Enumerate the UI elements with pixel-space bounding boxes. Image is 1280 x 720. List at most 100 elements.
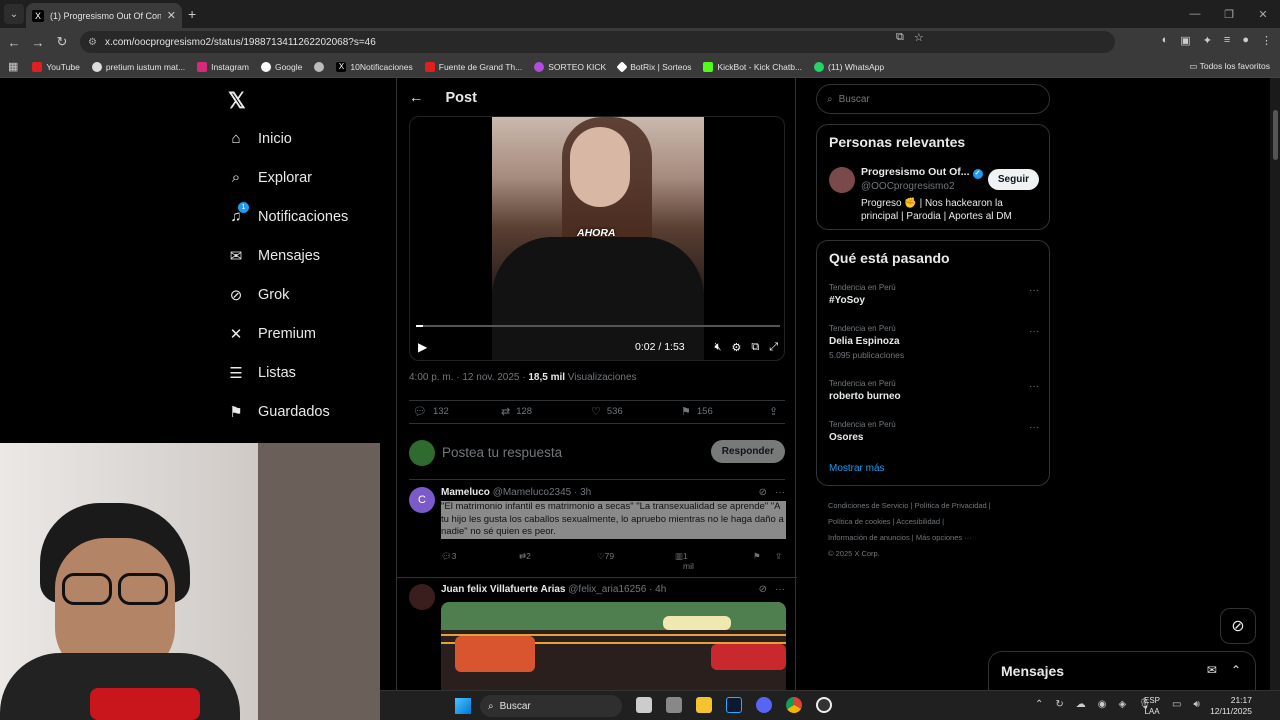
- nav-premium[interactable]: ✕ Premium: [228, 325, 316, 343]
- more-icon[interactable]: ···: [1029, 285, 1039, 296]
- menu-icon[interactable]: ⋮: [1261, 34, 1272, 47]
- nav-notificaciones[interactable]: ♫ 1 Notificaciones: [228, 202, 348, 225]
- more-icon[interactable]: ···: [775, 487, 785, 498]
- like-action[interactable]: ♡ 536: [591, 405, 623, 418]
- video-player[interactable]: AHORA ▶ 0:02 / 1:53 🔇︎ ⚙ ⧉ ⤢: [409, 116, 785, 361]
- minimize-button[interactable]: —: [1178, 0, 1212, 28]
- new-message-icon[interactable]: ✉: [1207, 663, 1217, 677]
- footer-link[interactable]: Política de cookies: [828, 517, 891, 526]
- install-app-icon[interactable]: ⧉: [896, 31, 904, 44]
- bookmark-star-icon[interactable]: ☆: [914, 31, 924, 44]
- back-button[interactable]: ←: [2, 35, 26, 50]
- extension-icon[interactable]: ▣: [1180, 34, 1190, 47]
- reply-tweet[interactable]: C Mameluco @Mameluco2345 · 3h ⊘ ··· "El m…: [397, 481, 797, 578]
- close-tab-icon[interactable]: ✕: [167, 9, 176, 22]
- reply-action[interactable]: 💬︎ 132: [413, 405, 449, 418]
- grok-icon[interactable]: ⊘: [759, 584, 767, 595]
- chevron-up-icon[interactable]: ⌃: [1035, 699, 1043, 710]
- nav-guardados[interactable]: ⚑ Guardados: [228, 403, 329, 421]
- taskbar-search[interactable]: ⌕ Buscar: [480, 695, 622, 717]
- bookmark-pretium[interactable]: pretium iustum mat...: [91, 61, 185, 72]
- xbox-icon[interactable]: ◉: [1098, 699, 1107, 710]
- pip-icon[interactable]: ⧉: [751, 341, 759, 354]
- settings-icon[interactable]: ⚙: [731, 341, 741, 354]
- address-bar[interactable]: ⚙ x.com/oocprogresismo2/status/198871341…: [80, 31, 1115, 53]
- share-icon[interactable]: ⇪: [775, 551, 782, 562]
- site-info-icon[interactable]: ⚙: [88, 37, 97, 48]
- bookmark-botrix[interactable]: BotRix | Sorteos: [616, 60, 691, 73]
- views-action[interactable]: ▥ 1 mil: [675, 551, 694, 571]
- footer-link[interactable]: Política de Privacidad: [915, 501, 987, 510]
- tab-search-button[interactable]: ⌄: [4, 4, 24, 24]
- share-action[interactable]: ⇪: [769, 405, 778, 418]
- display-icon[interactable]: ▭: [1172, 699, 1181, 710]
- show-more-link[interactable]: Mostrar más: [829, 463, 885, 474]
- bookmark-fuente[interactable]: Fuente de Grand Th...: [424, 61, 522, 72]
- reading-list-icon[interactable]: ≡: [1224, 34, 1230, 47]
- like-action[interactable]: ♡ 79: [597, 551, 614, 562]
- extension-icon[interactable]: ◐: [1162, 34, 1169, 47]
- profile-avatar[interactable]: ●: [1242, 34, 1249, 47]
- repost-action[interactable]: ⇄ 2: [519, 551, 531, 562]
- bookmark-youtube[interactable]: YouTube: [32, 61, 80, 72]
- bookmark-instagram[interactable]: Instagram: [197, 61, 249, 72]
- sync-icon[interactable]: ↻: [1055, 699, 1063, 710]
- reply-input[interactable]: Postea tu respuesta: [442, 445, 562, 460]
- trend-item[interactable]: Tendencia en Perú Osores ···: [829, 420, 1039, 443]
- play-icon[interactable]: ▶: [418, 340, 427, 354]
- maximize-button[interactable]: ❐: [1212, 0, 1246, 28]
- mute-icon[interactable]: 🔇︎: [715, 341, 722, 354]
- bookmark-google[interactable]: Google: [260, 61, 302, 72]
- trend-item[interactable]: Tendencia en Perú #YoSoy ···: [829, 283, 1039, 306]
- fullscreen-icon[interactable]: ⤢: [769, 341, 778, 354]
- scrollbar[interactable]: [1270, 78, 1280, 690]
- video-progress-bar[interactable]: [416, 325, 780, 327]
- nav-grok[interactable]: ⊘ Grok: [228, 286, 290, 304]
- tweet-media[interactable]: [441, 602, 786, 702]
- app-icon[interactable]: [666, 697, 682, 713]
- reply-action[interactable]: 💬︎ 3: [441, 551, 457, 562]
- puzzle-icon[interactable]: ✦: [1203, 34, 1212, 47]
- search-input[interactable]: ⌕ Buscar: [816, 84, 1050, 114]
- expand-icon[interactable]: ⌃: [1231, 663, 1241, 677]
- all-bookmarks[interactable]: ▭ Todos los favoritos: [1189, 61, 1270, 72]
- nav-mensajes[interactable]: ✉ Mensajes: [228, 247, 320, 265]
- trend-item[interactable]: Tendencia en Perú Delia Espinoza 5.095 pub…: [829, 324, 1039, 360]
- forward-button[interactable]: →: [26, 35, 50, 50]
- nav-listas[interactable]: ☰ Listas: [228, 364, 296, 382]
- footer-link[interactable]: Información de anuncios: [828, 533, 910, 542]
- footer-link[interactable]: Condiciones de Servicio: [828, 501, 908, 510]
- repost-action[interactable]: ⇄ 128: [501, 405, 532, 418]
- bookmark-10notificaciones[interactable]: X 10Notificaciones: [336, 61, 413, 72]
- nav-inicio[interactable]: ⌂ Inicio: [228, 130, 291, 147]
- footer-link[interactable]: Accesibilidad: [896, 517, 940, 526]
- windows-start-icon[interactable]: [455, 698, 471, 714]
- more-icon[interactable]: ···: [775, 584, 785, 595]
- apps-grid-icon[interactable]: ▦: [8, 60, 18, 73]
- file-explorer-icon[interactable]: [696, 697, 712, 713]
- avatar[interactable]: [829, 167, 855, 193]
- grok-floating-button[interactable]: ⊘: [1220, 608, 1256, 644]
- grok-icon[interactable]: ⊘: [759, 487, 767, 498]
- messages-drawer[interactable]: Mensajes ✉ ⌃: [988, 651, 1256, 691]
- follow-button[interactable]: Seguir: [987, 169, 1039, 190]
- more-icon[interactable]: ···: [1029, 422, 1039, 433]
- footer-link[interactable]: Más opciones ···: [916, 533, 972, 542]
- trend-item[interactable]: Tendencia en Perú roberto burneo ···: [829, 379, 1039, 402]
- cloud-icon[interactable]: ☁: [1076, 699, 1086, 710]
- discord-icon[interactable]: [756, 697, 772, 713]
- bookmark-globe[interactable]: [314, 61, 325, 72]
- bookmark-action[interactable]: ⚑ 156: [681, 405, 713, 418]
- reply-tweet[interactable]: Juan felix Villafuerte Arias @felix_aria…: [397, 578, 797, 702]
- person-name[interactable]: Progresismo Out Of... ✓: [861, 166, 983, 179]
- reload-button[interactable]: ↻: [50, 34, 74, 50]
- clock[interactable]: 21:17 12/11/2025: [1208, 695, 1252, 717]
- volume-icon[interactable]: 🔊︎: [1193, 699, 1199, 710]
- language-indicator[interactable]: ESP LAA: [1144, 695, 1160, 717]
- more-icon[interactable]: ···: [1029, 326, 1039, 337]
- bookmark-sorteo-kick[interactable]: SORTEO KICK: [534, 61, 606, 72]
- chrome-icon[interactable]: [786, 697, 802, 713]
- more-icon[interactable]: ···: [1029, 381, 1039, 392]
- reply-button[interactable]: Responder: [710, 440, 785, 463]
- back-arrow-icon[interactable]: ←: [409, 90, 424, 106]
